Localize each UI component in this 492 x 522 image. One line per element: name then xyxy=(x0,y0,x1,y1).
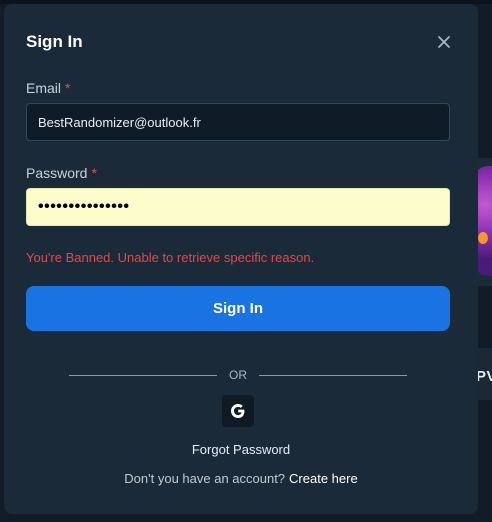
password-field-value: ••••••••••••••• xyxy=(38,198,130,215)
close-icon xyxy=(438,36,450,48)
no-account-prompt: Don't you have an account? xyxy=(124,471,286,486)
sign-in-button[interactable]: Sign In xyxy=(26,286,450,331)
create-account-row: Don't you have an account? Create here xyxy=(4,471,478,486)
password-label-text: Password xyxy=(26,165,88,181)
modal-title: Sign In xyxy=(26,32,83,51)
google-sign-in-button[interactable] xyxy=(222,395,254,427)
background-partial-text: PV xyxy=(476,368,492,385)
error-message: You're Banned. Unable to retrieve specif… xyxy=(26,250,315,265)
email-field[interactable]: BestRandomizer@outlook.fr xyxy=(26,103,450,141)
divider-label: OR xyxy=(229,368,247,382)
email-label: Email * xyxy=(26,80,70,96)
divider-line-right xyxy=(259,375,407,376)
forgot-password-row: Forgot Password xyxy=(4,442,478,457)
divider-line-left xyxy=(69,375,217,376)
password-label: Password * xyxy=(26,165,97,181)
character-artwork-detail xyxy=(478,232,488,244)
email-label-text: Email xyxy=(26,80,62,96)
close-button[interactable] xyxy=(434,32,454,52)
sign-in-button-label: Sign In xyxy=(213,300,263,317)
password-required-marker: * xyxy=(91,165,97,181)
create-account-link[interactable]: Create here xyxy=(289,471,358,486)
google-icon xyxy=(231,404,245,418)
email-field-value: BestRandomizer@outlook.fr xyxy=(38,114,201,130)
email-required-marker: * xyxy=(65,80,71,96)
sign-in-modal: Sign In Email * BestRandomizer@outlook.fr… xyxy=(4,4,478,514)
forgot-password-link[interactable]: Forgot Password xyxy=(192,442,290,457)
password-field[interactable]: ••••••••••••••• xyxy=(26,188,450,226)
